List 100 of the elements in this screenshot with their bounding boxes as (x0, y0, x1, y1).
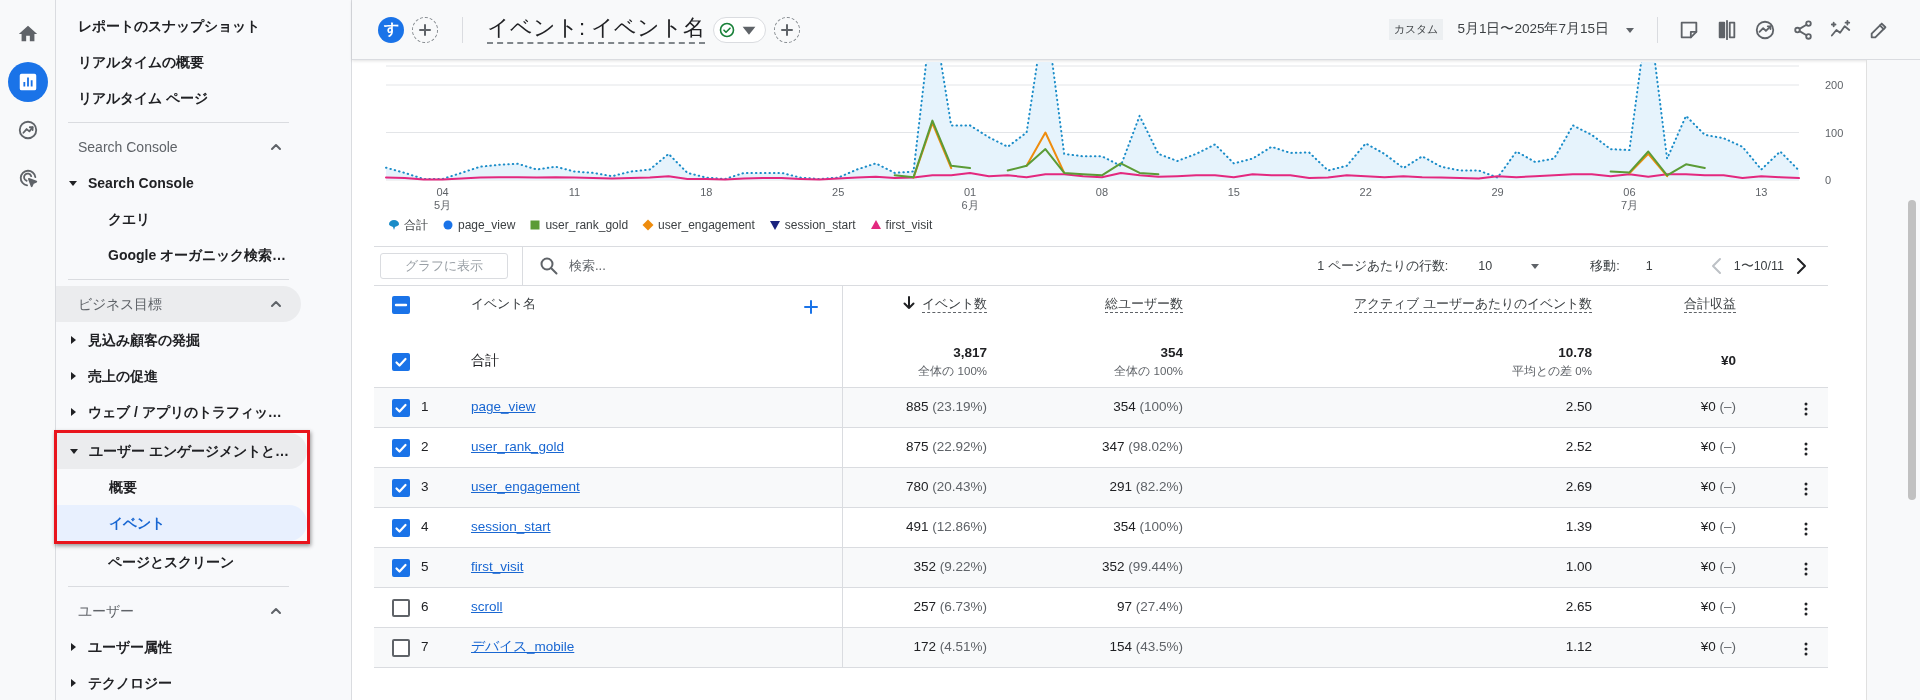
table-cell-text: 354 (100%) (1113, 398, 1183, 417)
axis-label: 01 (963, 186, 977, 198)
event-name-link[interactable]: デバイス_mobile (471, 637, 575, 658)
table-cell-text: ¥0 (–) (1700, 558, 1736, 577)
avatar[interactable]: す (378, 16, 404, 43)
legend-label: page_view (458, 217, 516, 234)
checkbox[interactable] (392, 638, 410, 657)
table-cell-text: 2.50 (1565, 398, 1592, 417)
table-cell-text: ¥0 (–) (1700, 518, 1736, 537)
checkbox[interactable] (392, 558, 410, 577)
kebab-icon (1804, 600, 1808, 617)
event-name-link[interactable]: page_view (471, 397, 536, 418)
nav-item[interactable]: 見込み顧客の発掘 (56, 322, 301, 358)
table-cell-text: ¥0 (–) (1700, 478, 1736, 497)
table-cell-text: 1.12 (1565, 638, 1592, 657)
page-number-field[interactable]: 1 (1643, 255, 1684, 277)
total-value: 354 (1160, 343, 1183, 362)
legend-label: first_visit (885, 217, 933, 234)
axis-label: 04 (436, 186, 449, 198)
event-name-link[interactable]: scroll (471, 597, 503, 618)
axis-label: 08 (1095, 186, 1109, 198)
axis-label: 200 (1825, 79, 1844, 91)
checkbox[interactable] (392, 478, 410, 497)
section-title[interactable]: ユーザー (78, 600, 134, 622)
rows-per-page-select[interactable]: 10 (1472, 255, 1543, 277)
checkbox[interactable] (392, 296, 410, 314)
total-value: ¥0 (1720, 352, 1736, 371)
table-cell-text: ¥0 (–) (1700, 438, 1736, 457)
event-name-link[interactable]: user_engagement (471, 477, 580, 498)
table-cell-text: ¥0 (–) (1700, 598, 1736, 617)
page-range-label: 1〜10/11 (1733, 257, 1784, 275)
table-cell-text: 291 (82.2%) (1109, 478, 1183, 497)
go-to-label: 移動: (1590, 257, 1620, 275)
chevron-left-icon (1709, 257, 1724, 276)
table-cell-text: 2.69 (1565, 478, 1592, 497)
table-cell-text: ¥0 (–) (1700, 398, 1736, 417)
column-header[interactable]: 総ユーザー数 (1105, 296, 1183, 313)
event-name-link[interactable]: first_visit (471, 557, 524, 578)
checkbox[interactable] (392, 352, 410, 371)
nav-item[interactable]: ウェブ / アプリのトラフィッ… (56, 394, 301, 430)
column-header[interactable]: アクティブ ユーザーあたりのイベント数 (1354, 296, 1592, 313)
row-number: 5 (421, 558, 429, 577)
checkbox[interactable] (392, 518, 410, 537)
table-cell-text: 97 (27.4%) (1116, 598, 1183, 617)
nav-item[interactable]: テクノロジー (56, 665, 301, 700)
axis-label: 7月 (1620, 199, 1638, 211)
search-field[interactable]: 検索... (567, 255, 767, 277)
row-number: 2 (421, 438, 429, 457)
event-name-link[interactable]: user_rank_gold (471, 437, 565, 458)
table-cell-text: 354 (100%) (1113, 518, 1183, 537)
total-label: 合計 (471, 352, 499, 371)
nav-item[interactable]: ユーザー属性 (56, 629, 301, 665)
checkbox[interactable] (392, 438, 410, 457)
nav-item[interactable]: リアルタイムの概要 (56, 44, 301, 80)
legend-label: user_engagement (658, 217, 755, 234)
kebab-icon (1804, 440, 1808, 457)
nav-item[interactable]: 売上の促進 (56, 358, 301, 394)
caret-right-icon (68, 335, 78, 345)
nav-rail-button[interactable] (7, 62, 48, 102)
report-title[interactable]: イベント: イベント名 (487, 15, 706, 44)
total-note: 全体の 100% (1114, 364, 1183, 379)
column-header[interactable]: イベント名 (471, 296, 536, 312)
trend-circle-icon (1754, 18, 1776, 41)
event-name-link[interactable]: session_start (471, 517, 551, 538)
kebab-icon (1804, 640, 1808, 657)
scrollbar-thumb[interactable] (1908, 200, 1916, 500)
checkbox[interactable] (392, 398, 410, 417)
table-cell-text: 885 (23.19%) (905, 398, 987, 417)
nav-item[interactable]: イベント (57, 505, 307, 541)
nav-item[interactable]: Search Console (56, 165, 301, 201)
nav-item[interactable]: レポートのスナップショット (56, 8, 301, 44)
caret-right-icon (68, 371, 78, 381)
axis-label: 22 (1359, 186, 1372, 198)
legend-label: 合計 (404, 217, 428, 234)
table-cell-text: 491 (12.86%) (905, 518, 987, 537)
nav-item[interactable]: ユーザー エンゲージメントと… (57, 433, 307, 469)
status-dropdown[interactable] (713, 16, 767, 43)
axis-label: 11 (568, 186, 581, 198)
section-title[interactable]: Search Console (78, 136, 178, 158)
nav-item[interactable]: リアルタイム ページ (56, 80, 301, 116)
nav-item[interactable]: クエリ (56, 201, 301, 237)
table-cell-text: 347 (98.02%) (1101, 438, 1183, 457)
nav-item[interactable]: ページとスクリーン (56, 544, 301, 580)
search-icon (539, 256, 559, 276)
columns-icon (1716, 18, 1738, 41)
column-header[interactable]: イベント数 (922, 296, 987, 313)
column-header[interactable]: 合計収益 (1684, 296, 1736, 313)
rows-per-page-label: 1 ページあたりの行数: (1317, 257, 1449, 275)
table-cell-text: 257 (6.73%) (913, 598, 987, 617)
sort-arrow-icon[interactable] (902, 296, 916, 310)
date-range-picker[interactable]: 5月1日〜2025年7月15日 (1451, 18, 1641, 41)
axis-label: 06 (1623, 186, 1636, 198)
caret-right-icon (68, 407, 78, 417)
table-cell-text: 1.00 (1565, 558, 1592, 577)
nav-item[interactable]: 概要 (57, 469, 307, 505)
nav-item[interactable]: Google オーガニック検索… (56, 237, 301, 273)
total-value: 3,817 (953, 343, 987, 362)
checkbox[interactable] (392, 598, 410, 617)
table-cell-text: 2.52 (1565, 438, 1592, 457)
axis-label: 29 (1491, 186, 1504, 198)
